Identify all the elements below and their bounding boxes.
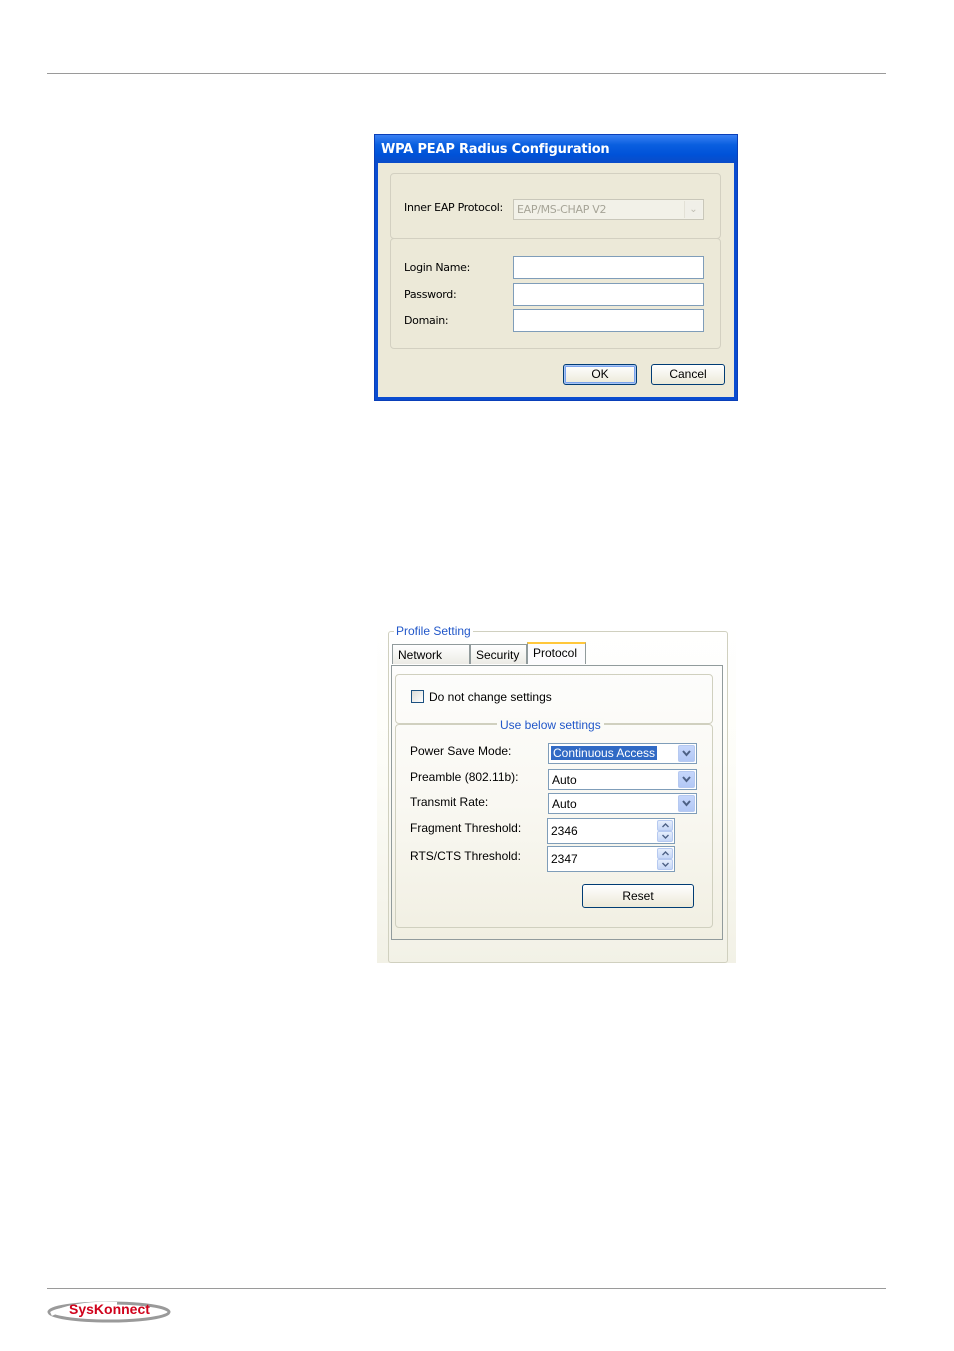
fragment-threshold-spinner[interactable]: 2346 [547, 818, 675, 844]
preamble-select[interactable]: Auto [548, 769, 697, 790]
preamble-label: Preamble (802.11b): [410, 770, 519, 784]
do-not-change-label: Do not change settings [429, 690, 552, 704]
power-save-label: Power Save Mode: [410, 744, 512, 758]
logo-text: SysKonnect [69, 1301, 150, 1317]
inner-eap-label: Inner EAP Protocol: [404, 201, 503, 214]
tab-security[interactable]: Security [470, 644, 527, 664]
rts-cts-threshold-label: RTS/CTS Threshold: [410, 849, 521, 863]
rts-cts-threshold-value: 2347 [551, 852, 578, 866]
chevron-down-icon[interactable] [678, 795, 695, 812]
chevron-down-icon[interactable] [678, 771, 695, 788]
use-below-label: Use below settings [497, 718, 604, 732]
spin-up-icon[interactable] [657, 820, 673, 831]
header-rule [47, 73, 886, 74]
power-save-value: Continuous Access [549, 745, 659, 761]
inner-eap-select: EAP/MS-CHAP V2 ⌄ [513, 199, 704, 220]
reset-button[interactable]: Reset [582, 884, 694, 908]
wpa-peap-dialog: WPA PEAP Radius Configuration Inner EAP … [374, 134, 738, 401]
dialog-frame: Inner EAP Protocol: EAP/MS-CHAP V2 ⌄ Log… [375, 163, 737, 400]
spin-down-icon[interactable] [657, 831, 673, 842]
fragment-threshold-value: 2346 [551, 824, 578, 838]
spin-up-icon[interactable] [657, 848, 673, 859]
tab-network-info[interactable]: Network Info [392, 644, 470, 682]
cancel-button[interactable]: Cancel [651, 364, 725, 385]
chevron-down-icon[interactable] [678, 745, 695, 762]
transmit-rate-value: Auto [552, 797, 577, 811]
preamble-value: Auto [552, 773, 577, 787]
protocol-tab-page: Do not change settings Use below setting… [391, 665, 723, 940]
syskonnect-logo: SysKonnect [47, 1301, 171, 1323]
rts-cts-threshold-spinner[interactable]: 2347 [547, 846, 675, 872]
login-name-label: Login Name: [404, 261, 471, 274]
dialog-title: WPA PEAP Radius Configuration [375, 135, 737, 163]
domain-label: Domain: [404, 314, 449, 327]
ok-button[interactable]: OK [563, 364, 637, 385]
transmit-rate-select[interactable]: Auto [548, 793, 697, 814]
spin-down-icon[interactable] [657, 859, 673, 870]
transmit-rate-label: Transmit Rate: [410, 795, 489, 809]
do-not-change-checkbox[interactable] [411, 690, 424, 703]
login-name-input[interactable] [513, 256, 704, 279]
domain-input[interactable] [513, 309, 704, 332]
tab-protocol[interactable]: Protocol [527, 642, 586, 664]
inner-eap-value: EAP/MS-CHAP V2 [517, 203, 607, 216]
profile-setting-title: Profile Setting [394, 624, 473, 638]
password-label: Password: [404, 288, 457, 301]
fragment-threshold-label: Fragment Threshold: [410, 821, 522, 835]
chevron-down-icon: ⌄ [684, 201, 702, 218]
password-input[interactable] [513, 283, 704, 306]
power-save-select[interactable]: Continuous Access [548, 743, 697, 764]
profile-setting-panel: Profile Setting Network Info Security Pr… [377, 623, 736, 963]
footer-rule [47, 1288, 886, 1289]
